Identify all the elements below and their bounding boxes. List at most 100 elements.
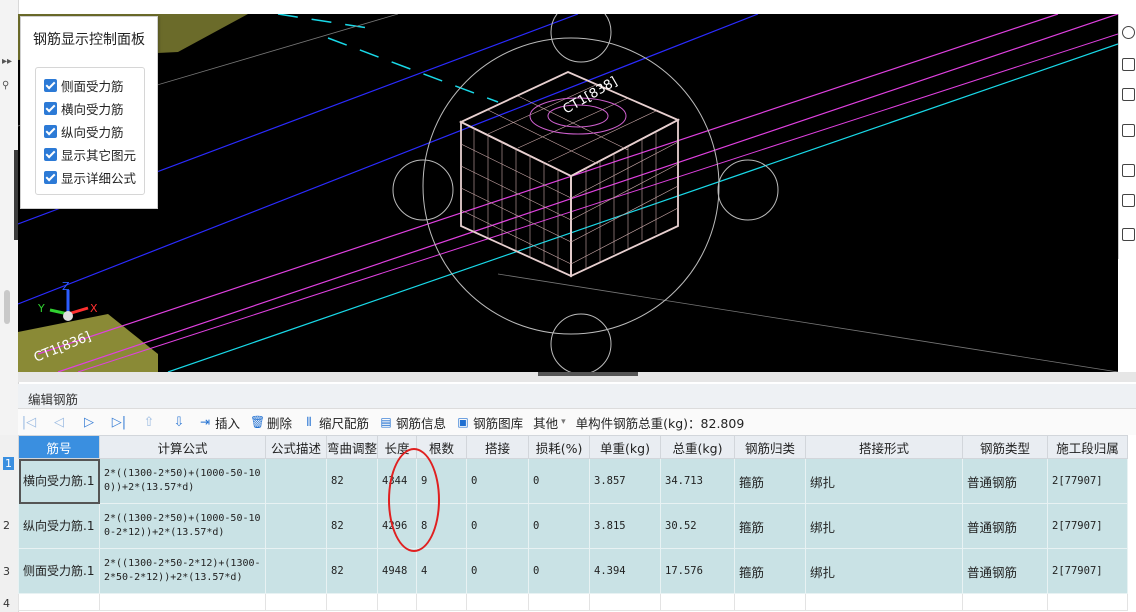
checkbox-checked-icon[interactable] <box>44 147 57 161</box>
checkbox-checked-icon[interactable] <box>44 170 57 184</box>
frame-icon[interactable] <box>1122 164 1135 177</box>
panel-splitter[interactable] <box>18 372 1136 382</box>
cell-bar-name[interactable]: 侧面受力筋.1 <box>18 548 100 594</box>
cell-formula[interactable]: 2*((1300-2*50)+(1000-50-100))+2*(13.57*d… <box>99 458 266 504</box>
cell-unit-weight[interactable]: 3.815 <box>589 503 662 549</box>
cell-category[interactable]: 箍筋 <box>734 548 807 594</box>
checkbox-show-other-elements[interactable]: 显示其它图元 <box>44 145 136 163</box>
column-header[interactable]: 单重(kg) <box>589 435 662 459</box>
cell-lap-form[interactable]: 绑扎 <box>805 503 964 549</box>
column-header[interactable]: 计算公式 <box>99 435 266 459</box>
cell-lap[interactable]: 0 <box>466 458 530 504</box>
checkbox-longitudinal-rebar[interactable]: 纵向受力筋 <box>44 122 124 140</box>
guide-line <box>497 273 1118 372</box>
row-number[interactable]: 1 <box>3 457 14 470</box>
table-row[interactable]: 侧面受力筋.1 2*((1300-2*50-2*12)+(1300-2*50-2… <box>18 548 1129 594</box>
cell-rebar-type[interactable]: 普通钢筋 <box>962 548 1049 594</box>
row-number[interactable]: 3 <box>3 565 10 578</box>
last-record-icon[interactable]: ▷| <box>108 415 130 430</box>
table-row[interactable]: 横向受力筋.1 2*((1300-2*50)+(1000-50-100))+2*… <box>18 458 1129 504</box>
column-header[interactable]: 损耗(%) <box>528 435 591 459</box>
cell-rebar-type[interactable]: 普通钢筋 <box>962 458 1049 504</box>
cell-formula-desc[interactable] <box>265 458 327 504</box>
cell-segment[interactable]: 2[77907] <box>1047 503 1129 549</box>
delete-button[interactable]: 🗑 删除 <box>250 413 292 432</box>
cell-formula-desc[interactable] <box>265 548 327 594</box>
splitter-grip[interactable] <box>538 372 638 376</box>
view-icon[interactable] <box>1122 88 1135 101</box>
cell-loss[interactable]: 0 <box>528 548 591 594</box>
column-header[interactable]: 搭接形式 <box>805 435 964 459</box>
rebar-info-button[interactable]: ▤ 钢筋信息 <box>379 413 446 432</box>
checkbox-checked-icon[interactable] <box>44 101 57 115</box>
cell-category[interactable]: 箍筋 <box>734 458 807 504</box>
checkbox-checked-icon[interactable] <box>44 78 57 92</box>
previous-record-icon[interactable]: ◁ <box>48 415 70 430</box>
column-header[interactable]: 钢筋归类 <box>734 435 807 459</box>
column-header[interactable]: 总重(kg) <box>660 435 736 459</box>
cell-bend-adjust[interactable]: 82 <box>325 548 379 594</box>
cell-unit-weight[interactable]: 4.394 <box>589 548 662 594</box>
cell-count[interactable]: 4 <box>416 548 468 594</box>
rebar-3d-drawing: CT1[838] CT1[836] Z X Y <box>18 14 1118 372</box>
cell-total-weight[interactable]: 17.576 <box>660 548 736 594</box>
zoom-icon[interactable] <box>1122 58 1135 71</box>
column-header[interactable]: 钢筋类型 <box>962 435 1049 459</box>
cell-bar-name[interactable]: 纵向受力筋.1 <box>18 503 100 549</box>
table-row-empty[interactable] <box>18 593 1129 611</box>
checkbox-transverse-rebar[interactable]: 横向受力筋 <box>44 99 124 117</box>
checkbox-side-rebar[interactable]: 侧面受力筋 <box>44 76 124 94</box>
cell-category[interactable]: 箍筋 <box>734 503 807 549</box>
cell-unit-weight[interactable]: 3.857 <box>589 458 662 504</box>
move-up-icon[interactable]: ⇧ <box>138 415 160 430</box>
next-record-icon[interactable]: ▷ <box>78 415 100 430</box>
rebar-library-button[interactable]: ▣ 钢筋图库 <box>456 413 523 432</box>
list-icon[interactable] <box>1122 228 1135 241</box>
cell-segment[interactable]: 2[77907] <box>1047 548 1129 594</box>
cell-length[interactable]: 4948 <box>377 548 418 594</box>
cell-bar-name[interactable]: 横向受力筋.1 <box>18 458 100 504</box>
column-header[interactable]: 公式描述 <box>265 435 327 459</box>
column-header[interactable]: 搭接 <box>466 435 530 459</box>
row-number[interactable]: 4 <box>3 597 10 610</box>
expand-icon[interactable]: ▸▸ <box>2 56 12 67</box>
cell-lap-form[interactable]: 绑扎 <box>805 548 964 594</box>
first-record-icon[interactable]: |◁ <box>18 415 40 430</box>
checkbox-checked-icon[interactable] <box>44 124 57 138</box>
move-down-icon[interactable]: ⇩ <box>168 415 190 430</box>
box-icon[interactable] <box>1122 124 1135 137</box>
search-icon[interactable]: ⚲ <box>2 80 9 91</box>
rebar-line <box>37 14 1059 355</box>
svg-text:Z: Z <box>62 280 70 293</box>
cell-total-weight[interactable]: 30.52 <box>660 503 736 549</box>
cell-formula[interactable]: 2*((1300-2*50)+(1000-50-100-2*12))+2*(13… <box>99 503 266 549</box>
table-row[interactable]: 纵向受力筋.1 2*((1300-2*50)+(1000-50-100-2*12… <box>18 503 1129 549</box>
cell-rebar-type[interactable]: 普通钢筋 <box>962 503 1049 549</box>
row-number[interactable]: 2 <box>3 519 10 532</box>
rotate-icon[interactable] <box>1122 26 1135 39</box>
checkbox-show-detail-formula[interactable]: 显示详细公式 <box>44 168 136 186</box>
cell-bend-adjust[interactable]: 82 <box>325 503 379 549</box>
cell-formula[interactable]: 2*((1300-2*50-2*12)+(1300-2*50-2*12))+2*… <box>99 548 266 594</box>
cell-bend-adjust[interactable]: 82 <box>325 458 379 504</box>
3d-viewport[interactable]: CT1[838] CT1[836] Z X Y <box>18 14 1118 372</box>
cell-lap[interactable]: 0 <box>466 548 530 594</box>
other-dropdown[interactable]: 其他 ▾ <box>533 413 566 432</box>
cell-loss[interactable]: 0 <box>528 458 591 504</box>
pile-circle <box>717 159 779 221</box>
column-header[interactable]: 筋号 <box>18 435 100 459</box>
scale-rebar-button[interactable]: ⫴ 缩尺配筋 <box>302 413 370 432</box>
cell-lap[interactable]: 0 <box>466 503 530 549</box>
cell-lap-form[interactable]: 绑扎 <box>805 458 964 504</box>
column-header[interactable]: 弯曲调整 <box>325 435 379 459</box>
insert-button[interactable]: ⇥ 插入 <box>198 413 240 432</box>
trash-icon: 🗑 <box>250 415 266 429</box>
cell-formula-desc[interactable] <box>265 503 327 549</box>
cell-total-weight[interactable]: 34.713 <box>660 458 736 504</box>
layer-icon[interactable] <box>1122 194 1135 207</box>
scrollbar-thumb[interactable] <box>4 290 10 324</box>
cell-segment[interactable]: 2[77907] <box>1047 458 1129 504</box>
cell-loss[interactable]: 0 <box>528 503 591 549</box>
edit-rebar-header: 编辑钢筋 <box>18 384 1136 409</box>
column-header[interactable]: 施工段归属 <box>1047 435 1129 459</box>
